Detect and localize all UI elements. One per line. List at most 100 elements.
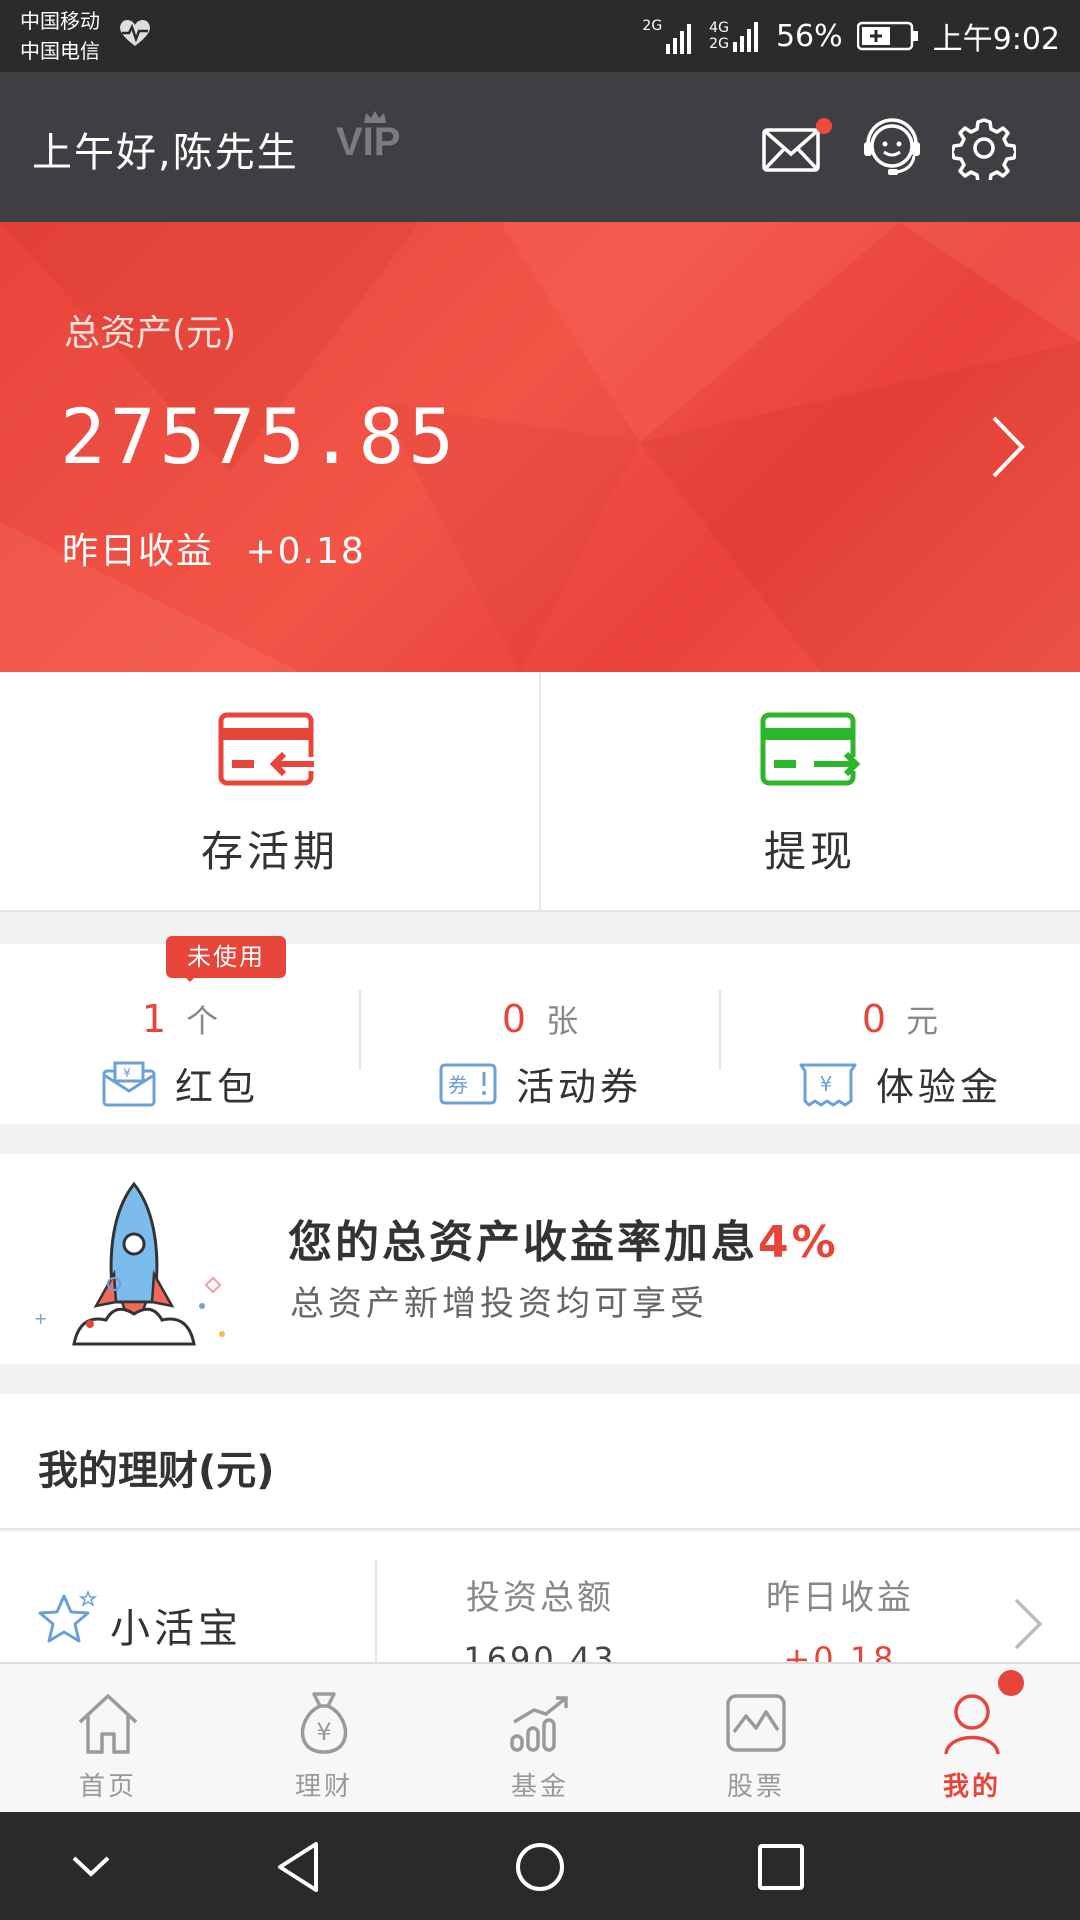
red-envelope-icon: ¥ xyxy=(102,1061,156,1106)
asset-summary-card[interactable]: 总资产(元) 27575.85 昨日收益 +0.18 xyxy=(0,222,1080,672)
total-assets-value: 27575.85 xyxy=(60,392,459,481)
red-envelope-unit: 个 xyxy=(186,1002,219,1040)
investment-total-value: 1690.43 xyxy=(463,1640,617,1662)
recents-icon[interactable] xyxy=(756,1840,806,1894)
signal-2-icon xyxy=(732,22,758,52)
vip-label: VIP xyxy=(336,120,401,164)
mail-unread-dot xyxy=(816,118,832,134)
tab-home-label: 首页 xyxy=(78,1772,137,1802)
carrier-2: 中国电信 xyxy=(20,39,100,63)
promo-title: 您的总资产收益率加息4% xyxy=(288,1206,839,1270)
tab-mine-label: 我的 xyxy=(942,1772,1001,1802)
red-envelope-label-row: ¥ 红包 xyxy=(0,1056,360,1111)
divider xyxy=(375,1560,377,1662)
trial-money-label: 体验金 xyxy=(875,1065,1002,1109)
product-name: 小活宝 xyxy=(110,1606,242,1652)
yesterday-earnings-label: 昨日收益 xyxy=(62,531,215,572)
product-row[interactable]: 小活宝 投资总额 1690.43 昨日收益 +0.18 xyxy=(0,1532,1080,1662)
red-envelope-count: 1 xyxy=(141,997,167,1041)
carrier-1: 中国移动 xyxy=(20,9,100,33)
activity-coupon-count-row: 0张 xyxy=(360,996,720,1042)
user-icon xyxy=(944,1694,1000,1755)
yesterday-earnings: 昨日收益 +0.18 xyxy=(62,522,366,574)
tab-finance-label: 理财 xyxy=(294,1772,353,1802)
stock-chart-icon xyxy=(726,1694,786,1752)
tab-fund[interactable]: 基金 xyxy=(432,1664,648,1814)
tab-mine[interactable]: 我的 xyxy=(864,1664,1080,1814)
my-finance-title: 我的理财(元) xyxy=(38,1448,275,1494)
promo-highlight: 4% xyxy=(758,1217,839,1268)
collapse-icon[interactable] xyxy=(68,1840,114,1890)
tab-fund-label: 基金 xyxy=(510,1772,569,1802)
deposit-button[interactable]: 存活期 xyxy=(0,672,540,912)
vip-badge[interactable]: VIP xyxy=(336,111,401,165)
settings-icon[interactable] xyxy=(952,116,1016,180)
total-assets-label: 总资产(元) xyxy=(64,313,237,354)
coupons-row: 1个 ¥ 红包 0张 券 活动券 0 元 ¥ 体验金 xyxy=(0,944,1080,1124)
crown-icon xyxy=(364,111,386,123)
trial-money-item[interactable]: 0元 ¥ 体验金 xyxy=(720,944,1080,1124)
trial-money-icon: ¥ xyxy=(799,1063,857,1106)
status-bar: 中国移动 中国电信 2G 4G 2G 56% 上午9:02 xyxy=(0,0,1080,72)
health-heart-icon xyxy=(120,19,150,46)
carrier-info: 中国移动 中国电信 xyxy=(20,6,100,66)
withdraw-card-icon xyxy=(760,712,861,786)
investment-total-label: 投资总额 xyxy=(466,1578,614,1618)
promo-banner[interactable]: + 您的总资产收益率加息4% 总资产新增投资均可享受 xyxy=(0,1154,1080,1364)
activity-coupon-label-row: 券 活动券 xyxy=(360,1056,720,1111)
signal-label-1: 2G xyxy=(642,18,663,34)
money-bag-icon: ¥ xyxy=(300,1692,348,1754)
activity-coupon-item[interactable]: 0张 券 活动券 xyxy=(360,944,720,1124)
product-yesterday-label: 昨日收益 xyxy=(766,1578,914,1618)
withdraw-button[interactable]: 提现 xyxy=(540,672,1080,912)
red-envelope-count-row: 1个 xyxy=(0,996,360,1042)
star-icon xyxy=(38,1590,98,1643)
svg-text:券: 券 xyxy=(448,1073,472,1097)
tab-stock-label: 股票 xyxy=(726,1772,785,1802)
header: 上午好,陈先生 VIP xyxy=(0,72,1080,222)
svg-text:¥: ¥ xyxy=(316,1718,331,1746)
tab-bar: 首页 ¥ 理财 基金 股票 我的 xyxy=(0,1662,1080,1812)
customer-service-icon[interactable] xyxy=(860,116,924,180)
activity-coupon-unit: 张 xyxy=(546,1002,579,1040)
battery-icon xyxy=(856,21,918,51)
coupon-icon: 券 xyxy=(439,1063,497,1104)
svg-text:¥: ¥ xyxy=(123,1066,135,1080)
promo-subtitle: 总资产新增投资均可享受 xyxy=(290,1284,708,1324)
back-icon[interactable] xyxy=(274,1840,324,1894)
signal-label-2: 4G xyxy=(709,20,729,36)
tab-finance[interactable]: ¥ 理财 xyxy=(216,1664,432,1814)
svg-text:¥: ¥ xyxy=(820,1072,837,1096)
product-yesterday-value: +0.18 xyxy=(783,1640,897,1662)
chevron-right-icon[interactable] xyxy=(988,412,1028,482)
tab-home[interactable]: 首页 xyxy=(0,1664,216,1814)
deposit-card-icon xyxy=(218,712,316,786)
activity-coupon-count: 0 xyxy=(501,997,527,1041)
battery-percent: 56% xyxy=(775,18,843,54)
trial-money-unit: 元 xyxy=(906,1002,939,1040)
svg-text:+: + xyxy=(34,1309,47,1328)
status-icons: 2G 4G 2G 56% 上午9:02 xyxy=(642,14,1060,58)
activity-coupon-label: 活动券 xyxy=(515,1065,642,1109)
unused-badge: 未使用 xyxy=(166,936,286,982)
notification-dot xyxy=(998,1670,1024,1696)
promo-title-text: 您的总资产收益率加息 xyxy=(288,1217,758,1268)
greeting: 上午好,陈先生 xyxy=(32,130,299,176)
trial-money-count-row: 0元 xyxy=(720,996,1080,1042)
yesterday-earnings-value: +0.18 xyxy=(245,531,366,572)
signal-label-3: 2G xyxy=(709,36,729,52)
quick-actions: 存活期 提现 xyxy=(0,672,1080,912)
home-icon xyxy=(78,1694,138,1754)
chevron-right-icon[interactable] xyxy=(1012,1596,1046,1652)
trial-money-label-row: ¥ 体验金 xyxy=(720,1056,1080,1111)
fund-chart-icon xyxy=(510,1696,568,1752)
mail-icon[interactable] xyxy=(760,116,824,180)
rocket-icon: + xyxy=(34,1181,225,1346)
red-envelope-label: 红包 xyxy=(174,1065,259,1109)
trial-money-count: 0 xyxy=(861,997,887,1041)
deposit-label: 存活期 xyxy=(200,827,339,876)
withdraw-label: 提现 xyxy=(763,827,856,876)
tab-stock[interactable]: 股票 xyxy=(648,1664,864,1814)
home-button-icon[interactable] xyxy=(512,1840,568,1894)
system-nav-bar xyxy=(0,1812,1080,1920)
